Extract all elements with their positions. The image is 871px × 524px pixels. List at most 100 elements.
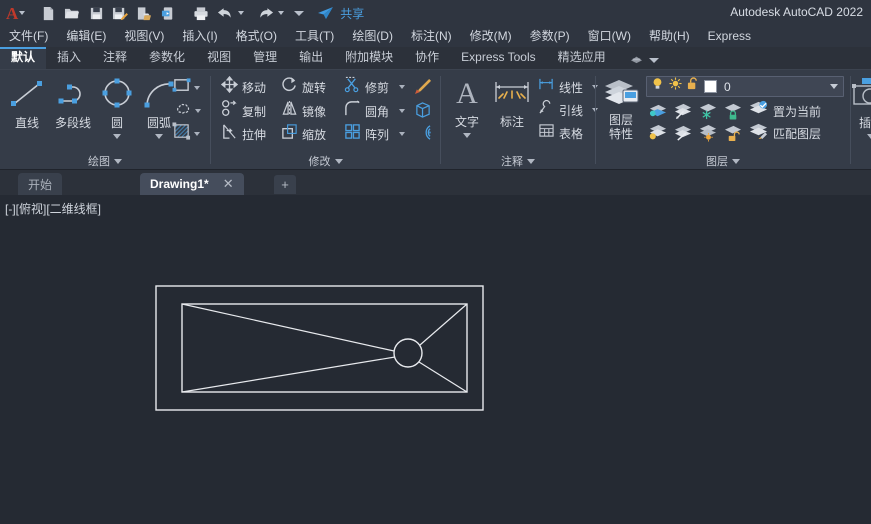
layer-lock-button[interactable]: [720, 100, 745, 122]
diagonal-line-4[interactable]: [419, 362, 467, 392]
rectangle-dropdown-caret-icon[interactable]: [194, 86, 200, 90]
ribbon-minimize-caret-icon[interactable]: [649, 58, 659, 63]
layer-turn-on-button[interactable]: [670, 122, 695, 144]
layer-match-button[interactable]: 匹配图层: [748, 122, 821, 144]
menu-draw[interactable]: 绘图(D): [343, 26, 402, 47]
file-tab-start[interactable]: 开始: [18, 173, 62, 195]
diagonal-line-1[interactable]: [182, 304, 394, 351]
undo-icon[interactable]: [213, 1, 237, 25]
ribbon-tab-express-tools[interactable]: Express Tools: [450, 47, 546, 69]
new-tab-button[interactable]: +: [274, 175, 296, 194]
menu-help[interactable]: 帮助(H): [640, 26, 699, 47]
ribbon-tab-output[interactable]: 输出: [288, 47, 334, 69]
layer-combo[interactable]: 0: [646, 76, 844, 97]
layer-off-button[interactable]: [645, 122, 670, 144]
modify-explode-button[interactable]: [414, 101, 432, 123]
panel-draw-expand-caret-icon[interactable]: [114, 159, 122, 164]
publish-icon[interactable]: [156, 1, 180, 25]
annotation-leader-button[interactable]: 引线: [538, 99, 598, 121]
draw-polyline-button[interactable]: 多段线: [50, 76, 96, 131]
modify-trim-dropdown-caret-icon[interactable]: [399, 85, 405, 89]
save-icon[interactable]: [84, 1, 108, 25]
layer-unlock-icon[interactable]: [687, 77, 699, 96]
layer-freeze-icon[interactable]: [669, 77, 682, 96]
ribbon-tab-home[interactable]: 默认: [0, 47, 46, 69]
insert-block-button[interactable]: 插入: [851, 76, 871, 139]
open-file-icon[interactable]: [60, 1, 84, 25]
panel-layers-label-row[interactable]: 图层: [596, 153, 850, 169]
center-circle[interactable]: [394, 339, 422, 367]
diagonal-line-2[interactable]: [182, 357, 395, 392]
autocad-logo-icon[interactable]: A: [6, 5, 18, 22]
menu-parametric[interactable]: 参数(P): [521, 26, 579, 47]
draw-rectangle-button[interactable]: [172, 77, 200, 99]
menu-file[interactable]: 文件(F): [0, 26, 57, 47]
menu-window[interactable]: 窗口(W): [579, 26, 640, 47]
panel-modify-label-row[interactable]: 修改: [211, 153, 440, 169]
file-tab-drawing1[interactable]: Drawing1* ✕: [140, 173, 244, 195]
insert-block-dropdown-caret-icon[interactable]: [867, 134, 871, 139]
layer-combo-caret-icon[interactable]: [830, 84, 838, 89]
panel-layers-expand-caret-icon[interactable]: [732, 159, 740, 164]
drawing-canvas[interactable]: [-][俯视][二维线框] 软件自学网 WWW.RJZXW.COM: [0, 195, 871, 524]
plot-preview-icon[interactable]: [132, 1, 156, 25]
modify-mirror-button[interactable]: 镜像: [281, 100, 326, 122]
draw-circle-button[interactable]: 圆: [94, 76, 140, 139]
close-icon[interactable]: ✕: [223, 176, 234, 192]
modify-offset-button[interactable]: [414, 124, 432, 146]
ribbon-tab-view[interactable]: 视图: [196, 47, 242, 69]
ribbon-tab-featured-apps[interactable]: 精选应用: [547, 47, 617, 69]
menu-dimension[interactable]: 标注(N): [402, 26, 461, 47]
panel-annotation-expand-caret-icon[interactable]: [527, 159, 535, 164]
menu-insert[interactable]: 插入(I): [173, 26, 226, 47]
layer-thaw-button[interactable]: [695, 122, 720, 144]
layer-properties-button[interactable]: 图层 特性: [598, 75, 644, 141]
layer-isolate-button[interactable]: [645, 100, 670, 122]
ribbon-tab-insert[interactable]: 插入: [46, 47, 92, 69]
qat-customize-caret-icon[interactable]: [294, 11, 304, 16]
ribbon-tab-annotate[interactable]: 注释: [92, 47, 138, 69]
layer-freeze-button[interactable]: [695, 100, 720, 122]
ribbon-tab-manage[interactable]: 管理: [242, 47, 288, 69]
share-icon[interactable]: [313, 1, 337, 25]
menu-express[interactable]: Express: [699, 26, 760, 47]
revcloud-dropdown-caret-icon[interactable]: [195, 109, 201, 113]
menu-tools[interactable]: 工具(T): [286, 26, 343, 47]
redo-dropdown-caret-icon[interactable]: [278, 11, 284, 15]
ribbon-tab-parametric[interactable]: 参数化: [138, 47, 196, 69]
panel-modify-expand-caret-icon[interactable]: [335, 159, 343, 164]
save-as-icon[interactable]: [108, 1, 132, 25]
modify-array-dropdown-caret-icon[interactable]: [399, 132, 405, 136]
panel-annotation-label-row[interactable]: 注释: [441, 153, 595, 169]
modify-rotate-button[interactable]: 旋转: [281, 76, 326, 98]
undo-dropdown-caret-icon[interactable]: [238, 11, 244, 15]
menu-modify[interactable]: 修改(M): [461, 26, 521, 47]
modify-fillet-button[interactable]: 圆角: [344, 100, 405, 122]
panel-draw-label-row[interactable]: 绘图: [0, 153, 210, 169]
ribbon-workspace-icon[interactable]: [630, 51, 643, 69]
diagonal-line-3[interactable]: [420, 304, 467, 345]
layer-unisolate-button[interactable]: [670, 100, 695, 122]
inner-rectangle[interactable]: [182, 304, 467, 392]
hatch-dropdown-caret-icon[interactable]: [194, 132, 200, 136]
draw-arc-dropdown-caret-icon[interactable]: [155, 134, 163, 139]
layer-unlock-button[interactable]: [720, 122, 745, 144]
annotation-linear-button[interactable]: 线性: [538, 76, 598, 98]
draw-revcloud-button[interactable]: [174, 100, 201, 122]
draw-circle-dropdown-caret-icon[interactable]: [113, 134, 121, 139]
annotation-table-button[interactable]: 表格: [538, 122, 583, 144]
modify-copy-button[interactable]: 复制: [221, 100, 266, 122]
layer-color-swatch[interactable]: [704, 80, 717, 93]
share-label[interactable]: 共享: [340, 5, 364, 22]
draw-line-button[interactable]: 直线: [4, 76, 50, 131]
modify-array-button[interactable]: 阵列: [344, 123, 405, 145]
menu-format[interactable]: 格式(O): [227, 26, 286, 47]
modify-trim-button[interactable]: 修剪: [344, 76, 405, 98]
print-icon[interactable]: [189, 1, 213, 25]
annotation-text-button[interactable]: A 文字: [445, 75, 489, 138]
modify-erase-button[interactable]: [414, 78, 432, 100]
layer-set-current-button[interactable]: 置为当前: [748, 100, 821, 122]
app-menu-caret-icon[interactable]: [19, 11, 25, 15]
annotation-text-dropdown-caret-icon[interactable]: [463, 133, 471, 138]
menu-view[interactable]: 视图(V): [115, 26, 173, 47]
